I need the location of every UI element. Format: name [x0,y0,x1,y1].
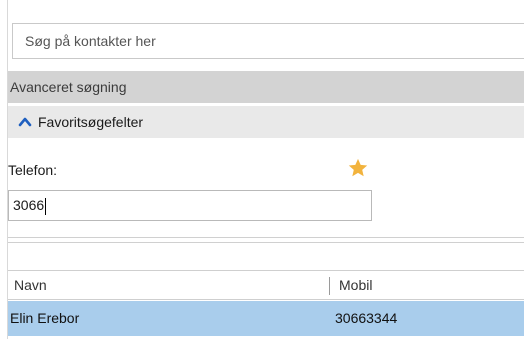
text-caret [45,197,47,215]
advanced-search-header[interactable]: Avanceret søgning [8,71,524,103]
table-row[interactable]: Elin Erebor 30663344 [8,301,524,336]
column-divider[interactable] [329,277,330,295]
search-box[interactable]: Søg på kontakter her [12,23,524,59]
chevron-up-icon[interactable] [18,115,32,127]
favorite-fields-label: Favoritsøgefelter [38,114,144,130]
favorite-fields-header[interactable]: Favoritsøgefelter [8,106,524,138]
cell-mobile: 30663344 [335,310,398,326]
phone-input-value[interactable]: 3066 [13,191,47,220]
results-header: Navn Mobil [8,270,524,300]
search-input-placeholder[interactable]: Søg på kontakter her [25,24,156,58]
cell-name: Elin Erebor [10,310,80,326]
star-icon[interactable] [347,157,369,179]
column-header-name[interactable]: Navn [14,271,47,299]
phone-input[interactable]: 3066 [8,190,372,221]
divider [8,242,524,243]
advanced-search-label: Avanceret søgning [10,79,127,95]
divider [8,237,524,238]
phone-label: Telefon: [8,162,58,178]
column-header-mobile[interactable]: Mobil [339,271,372,299]
